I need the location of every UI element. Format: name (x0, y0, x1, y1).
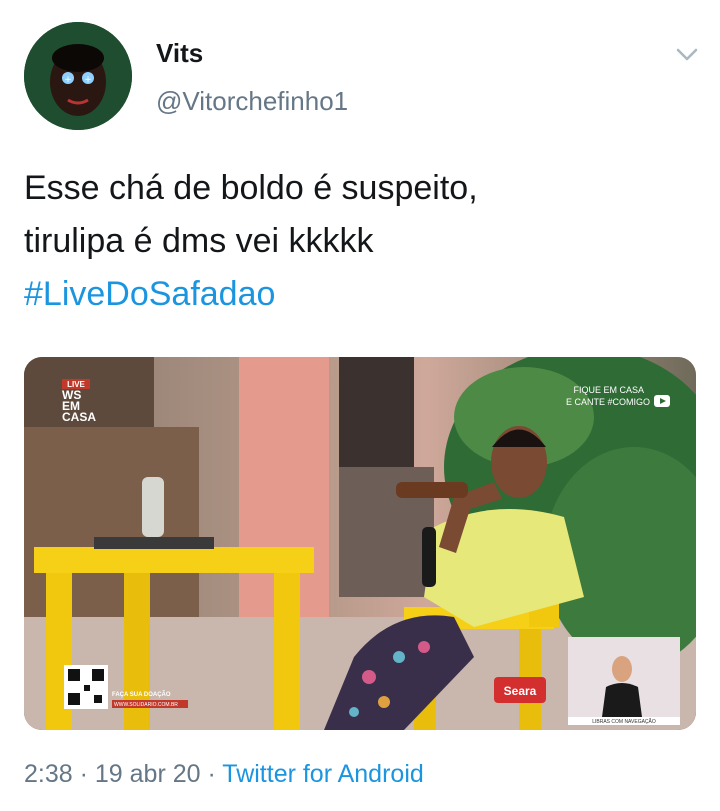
svg-text:+: + (64, 75, 72, 85)
tweet-text-line-1: Esse chá de boldo é suspeito, (24, 169, 478, 207)
video-frame: LIVE WS EM CASA FIQUE EM CASA E CANTE #C… (24, 357, 696, 730)
tweet-media-image[interactable]: LIVE WS EM CASA FIQUE EM CASA E CANTE #C… (24, 357, 696, 730)
svg-text:LIBRAS COM NAVEGAÇÃO: LIBRAS COM NAVEGAÇÃO (592, 718, 656, 725)
separator: · (200, 760, 223, 788)
tweet-metadata: 2:38 · 19 abr 20 · Twitter for Android (24, 760, 424, 789)
svg-text:WWW.SOLIDARIO.COM.BR: WWW.SOLIDARIO.COM.BR (114, 702, 178, 708)
svg-text:+: + (84, 75, 92, 85)
avatar-face-icon: + + (24, 22, 132, 130)
tweet-text: Esse chá de boldo é suspeito, tirulipa é… (24, 162, 684, 321)
svg-text:E CANTE #COMIGO: E CANTE #COMIGO (566, 397, 650, 407)
hashtag-link[interactable]: #LiveDoSafadao (24, 268, 684, 321)
avatar[interactable]: + + (24, 22, 132, 130)
svg-text:FAÇA SUA DOAÇÃO: FAÇA SUA DOAÇÃO (112, 691, 171, 698)
svg-text:FIQUE EM CASA: FIQUE EM CASA (573, 385, 644, 395)
display-name[interactable]: Vits (156, 38, 203, 69)
user-handle[interactable]: @Vitorchefinho1 (156, 86, 348, 117)
svg-text:CASA: CASA (62, 410, 96, 424)
seara-sponsor-logo: Seara (494, 677, 546, 703)
interpreter-inset: LIBRAS COM NAVEGAÇÃO (568, 637, 680, 725)
svg-text:Seara: Seara (504, 684, 537, 698)
chevron-down-icon[interactable] (670, 38, 704, 72)
tweet-source-link[interactable]: Twitter for Android (222, 760, 423, 788)
tweet-text-line-2: tirulipa é dms vei kkkkk (24, 222, 374, 260)
tweet-time: 2:38 (24, 760, 73, 788)
tweet-date: 19 abr 20 (94, 760, 201, 788)
separator: · (72, 760, 95, 788)
